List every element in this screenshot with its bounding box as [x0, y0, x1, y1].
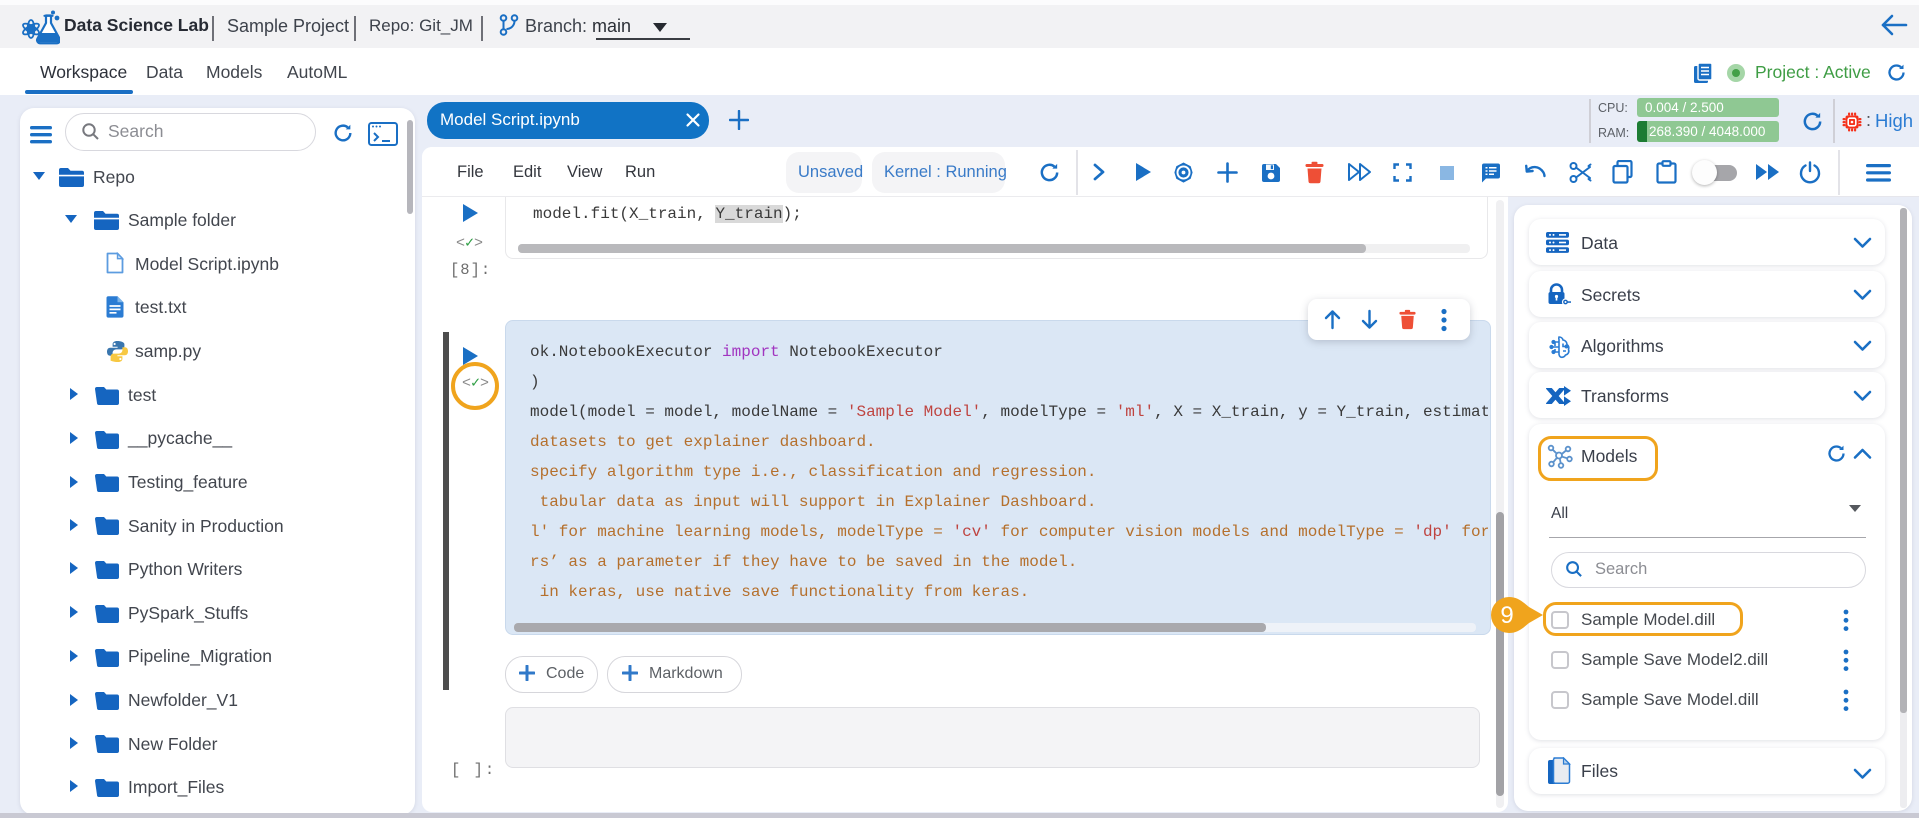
svg-text:9: 9 [1500, 602, 1513, 629]
